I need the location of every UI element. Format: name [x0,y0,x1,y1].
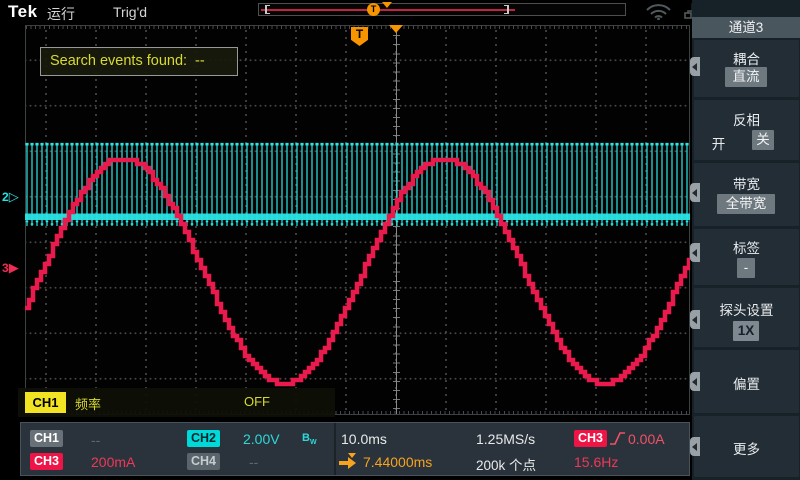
ch2-badge[interactable]: CH2 [187,430,220,447]
invert-label: 反相 [694,109,799,129]
menu-section-invert[interactable]: 反相 开 关 [694,100,799,160]
invert-option-off-chip[interactable]: 关 [752,130,774,150]
oscilloscope-screen: Tek 运行 Trig'd T ? [0,0,800,480]
ch4-badge[interactable]: CH4 [187,453,220,470]
label-value-chip[interactable]: - [737,258,755,278]
ch3-marker-number: 3 [2,261,9,275]
window-bracket-right [504,5,509,14]
record-line [261,9,515,11]
trigger-frequency: 15.6Hz [574,454,618,470]
offset-label: 偏置 [694,373,799,393]
ch1-scale-value: -- [91,432,100,448]
record-trigger-marker[interactable]: T [367,3,380,16]
ch1-badge[interactable]: CH1 [30,430,63,447]
side-menu-title: 通道3 [692,17,800,38]
delay-arrow-icon [339,455,359,469]
trigger-level: 0.00A [628,431,665,447]
bandwidth-label: 带宽 [694,173,799,193]
coupling-value-chip[interactable]: 直流 [725,67,767,87]
menu-section-more[interactable]: 更多 [694,416,799,477]
record-position-icon [382,2,392,8]
menu-section-label[interactable]: 标签 - [694,229,799,285]
menu-section-offset[interactable]: 偏置 [694,350,799,413]
ch3-reference-marker[interactable]: 3▶ [2,260,19,276]
measurement-value: OFF [244,394,270,409]
horizontal-scale: 10.0ms [341,431,387,447]
search-events-count: -- [195,53,205,69]
menu-section-bandwidth[interactable]: 带宽 全带宽 [694,163,799,226]
record-view-bar[interactable]: T [258,3,626,16]
more-label: 更多 [694,438,799,458]
status-bar: CH1 -- CH2 2.00V BW CH3 200mA CH4 -- 10.… [20,422,690,476]
ch3-scale-value: 200mA [91,454,135,470]
waveform-display [25,25,690,415]
search-events-banner: Search events found: -- [40,47,238,76]
window-bracket-left [265,5,270,14]
menu-section-probe-setup[interactable]: 探头设置 1X [694,288,799,347]
status-divider [334,423,336,475]
label-label: 标签 [694,237,799,257]
wifi-icon[interactable] [645,3,672,20]
side-menu-panel: 通道3 耦合 直流 反相 开 关 带宽 全带宽 标签 - 探头设置 1X [692,0,800,480]
trigger-source-status-badge[interactable]: CH3 [574,430,607,447]
measurement-bar: CH1 频率 OFF [18,388,335,417]
menu-section-coupling[interactable]: 耦合 直流 [694,40,799,97]
measurement-channel-badge[interactable]: CH1 [25,392,66,413]
coupling-label: 耦合 [694,48,799,68]
trigger-slope-rising-icon [609,430,626,447]
bandwidth-value-chip[interactable]: 全带宽 [717,194,775,214]
probe-setup-label: 探头设置 [694,299,799,319]
horizontal-delay: 7.44000ms [363,454,432,470]
ch2-scale-value: 2.00V [243,431,280,447]
record-length: 200k 个点 [476,454,536,474]
ch4-scale-value: -- [249,454,258,470]
ch2-bandwidth-limit-icon: BW [302,432,317,446]
acquisition-status: 运行 [47,4,75,24]
trigger-status: Trig'd [113,4,147,20]
measurement-type-label: 频率 [75,394,101,413]
tek-logo: Tek [8,2,38,22]
ch2-reference-marker[interactable]: 2▷ [2,189,19,205]
trigger-position-icon[interactable] [389,25,403,33]
ch2-marker-arrow-icon: ▷ [9,189,19,204]
ch3-marker-arrow-icon: ▶ [9,260,19,275]
sample-rate: 1.25MS/s [476,431,535,447]
probe-setup-value-chip[interactable]: 1X [733,321,759,341]
ch2-marker-number: 2 [2,190,9,204]
search-events-label: Search events found: [50,53,187,69]
ch3-badge[interactable]: CH3 [30,453,63,470]
